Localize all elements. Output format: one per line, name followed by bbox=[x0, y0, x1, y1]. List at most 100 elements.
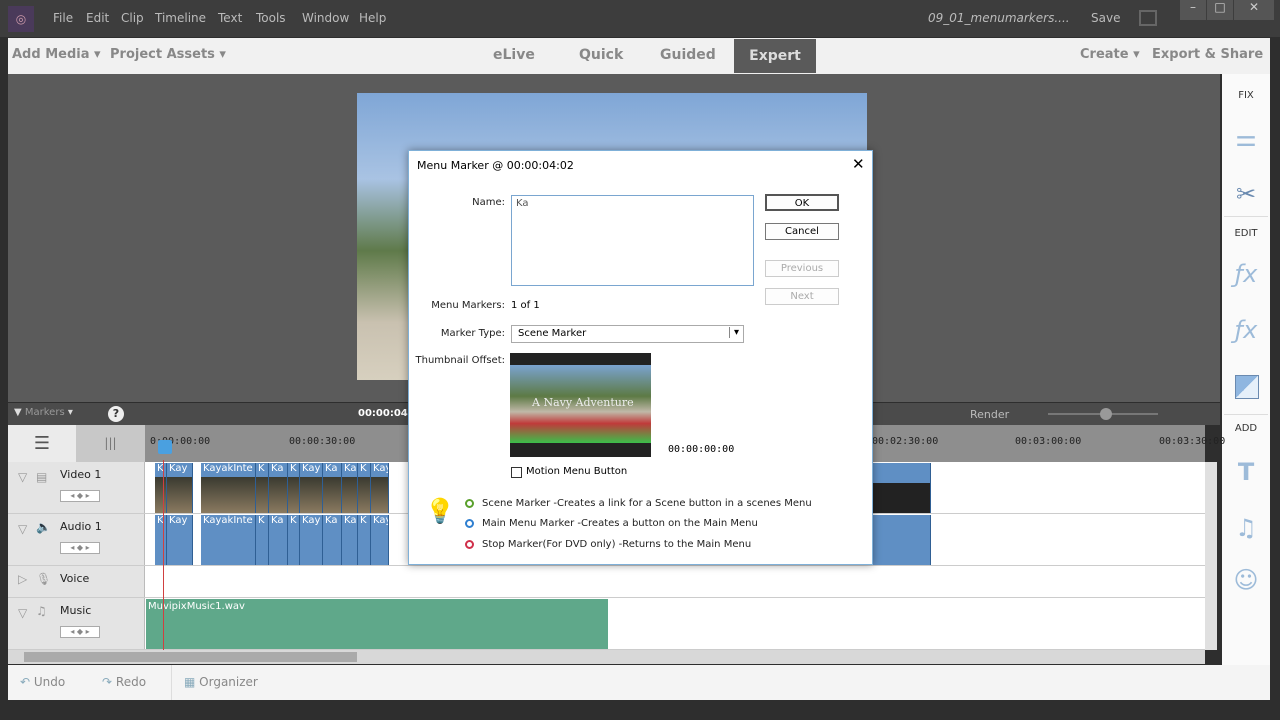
audio-clip[interactable] bbox=[873, 515, 931, 565]
main-menu-marker-icon bbox=[465, 518, 474, 528]
motion-menu-checkbox[interactable] bbox=[511, 467, 522, 478]
menu-help[interactable]: Help bbox=[359, 11, 386, 25]
maximize-button[interactable]: □ bbox=[1207, 0, 1233, 20]
graphics-icon[interactable]: ☺ bbox=[1222, 566, 1270, 594]
menu-tools[interactable]: Tools bbox=[256, 11, 286, 25]
video-clip[interactable]: Kay bbox=[167, 463, 193, 513]
help-icon[interactable]: ? bbox=[108, 406, 124, 422]
audio-clip[interactable]: K bbox=[256, 515, 269, 565]
tab-guided[interactable]: Guided bbox=[660, 47, 716, 63]
timeline-vscrollbar[interactable] bbox=[1205, 462, 1217, 650]
tools-icon[interactable]: ✂ bbox=[1222, 180, 1270, 208]
ok-button[interactable]: OK bbox=[765, 194, 839, 211]
video-clip[interactable]: Kay bbox=[371, 463, 389, 513]
speaker-icon: 🔈 bbox=[36, 520, 51, 534]
video-clip[interactable] bbox=[873, 463, 931, 513]
project-assets-dropdown[interactable]: Project Assets ▾ bbox=[110, 47, 226, 62]
next-button[interactable]: Next bbox=[765, 288, 839, 305]
thumbnail-caption: A Navy Adventure bbox=[532, 396, 634, 409]
minimize-button[interactable]: – bbox=[1180, 0, 1206, 20]
video-clip[interactable]: Ka bbox=[269, 463, 288, 513]
timeline-view-toggles: ☰ ||| bbox=[8, 425, 145, 462]
motion-menu-label: Motion Menu Button bbox=[526, 466, 628, 477]
audio-clip[interactable]: Ka bbox=[269, 515, 288, 565]
video-clip[interactable]: Ka bbox=[342, 463, 358, 513]
track-name: Audio 1 bbox=[60, 520, 102, 533]
audio-clip[interactable]: Ka bbox=[342, 515, 358, 565]
menu-marker-dialog: Menu Marker @ 00:00:04:02 ✕ Name: Ka OK … bbox=[408, 150, 873, 565]
undo-icon: ↶ bbox=[20, 675, 31, 689]
zoom-slider-handle[interactable] bbox=[1100, 408, 1112, 420]
music-icon[interactable]: ♫ bbox=[1222, 514, 1270, 542]
keyframe-controls[interactable]: ◂ ◆ ▸ bbox=[60, 542, 100, 554]
marker-type-select[interactable]: Scene Marker ▾ bbox=[511, 325, 744, 343]
track-name: Voice bbox=[60, 572, 90, 585]
video-clip[interactable]: K bbox=[358, 463, 371, 513]
legend-stop-marker: Stop Marker(For DVD only) -Returns to th… bbox=[465, 539, 751, 550]
cancel-button[interactable]: Cancel bbox=[765, 223, 839, 240]
menu-file[interactable]: File bbox=[53, 11, 73, 25]
video-clip[interactable]: KayakInte bbox=[201, 463, 256, 513]
audio-waveform-icon[interactable]: ||| bbox=[76, 425, 145, 462]
video-clip[interactable]: K bbox=[256, 463, 269, 513]
legend-scene-marker: Scene Marker -Creates a link for a Scene… bbox=[465, 498, 812, 509]
render-button[interactable]: Render bbox=[970, 408, 1009, 421]
tracks-view-icon[interactable]: ☰ bbox=[8, 425, 76, 462]
keyframe-controls[interactable]: ◂ ◆ ▸ bbox=[60, 626, 100, 638]
project-name: 09_01_menumarkers.... bbox=[928, 11, 1070, 25]
close-button[interactable]: ✕ bbox=[1234, 0, 1274, 20]
app-logo: ◎ bbox=[8, 6, 34, 32]
tab-expert[interactable]: Expert bbox=[734, 39, 816, 73]
tab-elive[interactable]: eLive bbox=[493, 47, 535, 63]
menu-window[interactable]: Window bbox=[302, 11, 349, 25]
track-header: ▽ ♫ Music ◂ ◆ ▸ bbox=[8, 598, 145, 649]
audio-clip[interactable]: K bbox=[358, 515, 371, 565]
undo-button[interactable]: ↶ Undo bbox=[20, 675, 65, 689]
video-clip[interactable]: Ka bbox=[323, 463, 342, 513]
previous-button[interactable]: Previous bbox=[765, 260, 839, 277]
titles-icon[interactable]: T bbox=[1222, 458, 1270, 486]
transitions-icon[interactable] bbox=[1235, 375, 1259, 399]
name-input[interactable]: Ka bbox=[511, 195, 754, 286]
video-clip[interactable]: K bbox=[288, 463, 300, 513]
audio-clip[interactable]: K bbox=[288, 515, 300, 565]
name-label: Name: bbox=[472, 197, 505, 208]
redo-button[interactable]: ↷ Redo bbox=[102, 675, 146, 689]
menu-text[interactable]: Text bbox=[218, 11, 242, 25]
video-clip[interactable]: K bbox=[155, 463, 167, 513]
menu-clip[interactable]: Clip bbox=[121, 11, 144, 25]
organizer-button[interactable]: ▦ Organizer bbox=[184, 675, 258, 689]
save-button[interactable]: Save bbox=[1091, 11, 1120, 25]
keyframe-controls[interactable]: ◂ ◆ ▸ bbox=[60, 490, 100, 502]
video-clip[interactable]: Kay bbox=[300, 463, 323, 513]
markers-dropdown[interactable]: ▼ Markers ▾ bbox=[14, 407, 73, 418]
track-header: ▷ 🎙 Voice bbox=[8, 566, 145, 597]
ruler-tick: 00:03:30:00 bbox=[1159, 436, 1226, 447]
thumbnail-preview[interactable]: A Navy Adventure bbox=[510, 353, 651, 457]
menu-edit[interactable]: Edit bbox=[86, 11, 109, 25]
fullscreen-icon[interactable] bbox=[1139, 10, 1157, 26]
audio-clip[interactable]: Ka bbox=[323, 515, 342, 565]
microphone-icon: 🎙 bbox=[36, 572, 52, 586]
adjustments-icon[interactable]: ⚌ bbox=[1222, 124, 1270, 152]
tab-quick[interactable]: Quick bbox=[579, 47, 623, 63]
music-clip[interactable]: MuvipixMusic1.wav bbox=[146, 599, 608, 649]
thumbnail-offset-label: Thumbnail Offset: bbox=[415, 355, 506, 366]
audio-clip[interactable]: K bbox=[155, 515, 167, 565]
chevron-down-icon: ▾ bbox=[728, 327, 739, 338]
audio-clip[interactable]: KayakInte bbox=[201, 515, 256, 565]
timeline-scrollbar[interactable] bbox=[8, 650, 1205, 664]
film-icon: ▤ bbox=[36, 470, 48, 484]
audio-clip[interactable]: Kay bbox=[371, 515, 389, 565]
menu-timeline[interactable]: Timeline bbox=[155, 11, 206, 25]
audio-clip[interactable]: Kay bbox=[300, 515, 323, 565]
dialog-close-button[interactable]: ✕ bbox=[852, 155, 865, 173]
effects-icon[interactable]: ƒx bbox=[1222, 316, 1270, 344]
create-dropdown[interactable]: Create ▾ bbox=[1080, 47, 1140, 62]
playhead-handle[interactable] bbox=[158, 440, 172, 454]
audio-clip[interactable]: Kay bbox=[167, 515, 193, 565]
add-media-dropdown[interactable]: Add Media ▾ bbox=[12, 47, 101, 62]
export-share-button[interactable]: Export & Share bbox=[1152, 47, 1263, 62]
right-panel: FIX ⚌ ✂ EDIT ƒx ƒx ADD T ♫ ☺ bbox=[1222, 74, 1270, 666]
effects-edit-icon[interactable]: ƒx bbox=[1222, 260, 1270, 288]
